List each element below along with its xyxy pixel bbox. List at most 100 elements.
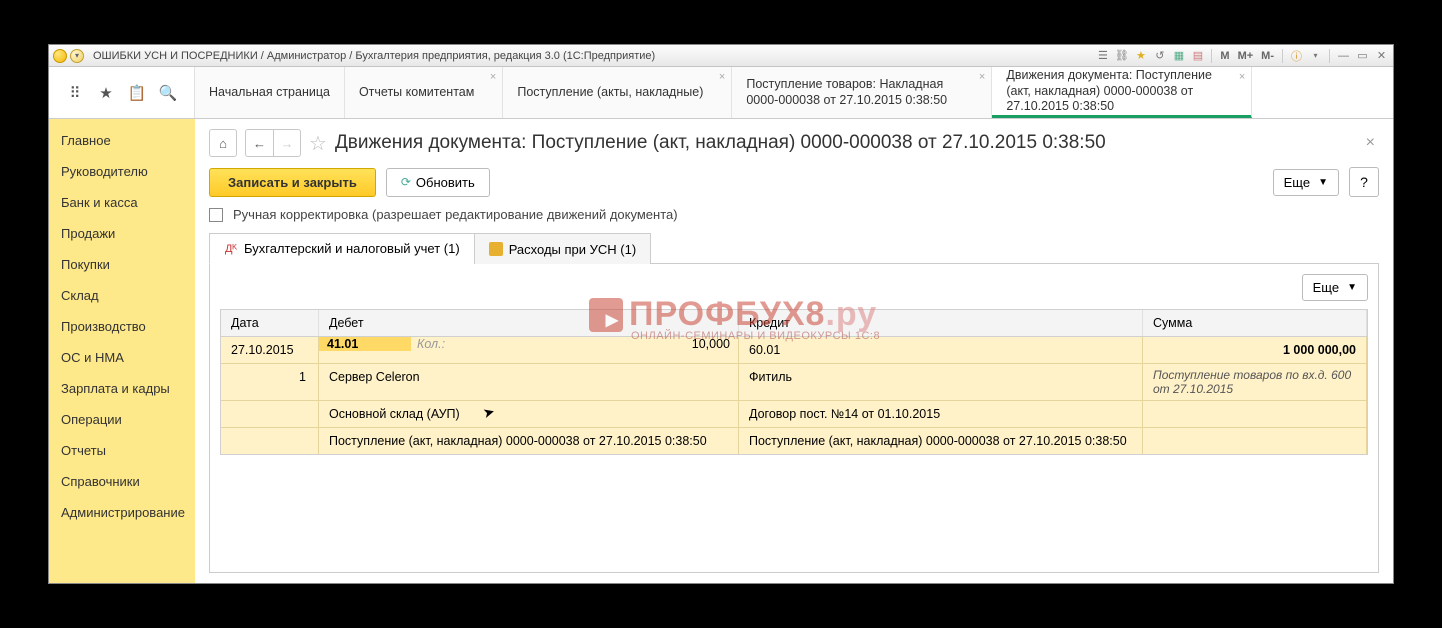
more-dropdown-button[interactable]: Еще ▼ — [1273, 169, 1339, 196]
sidebar-item-bank[interactable]: Банк и касса — [49, 187, 195, 218]
tab-home[interactable]: Начальная страница — [195, 67, 345, 118]
sidebar-item-hr[interactable]: Зарплата и кадры — [49, 373, 195, 404]
tab-close-icon[interactable]: × — [719, 71, 725, 85]
sidebar-item-sales[interactable]: Продажи — [49, 218, 195, 249]
col-debit[interactable]: Дебет — [319, 310, 739, 336]
table-row[interactable]: Поступление (акт, накладная) 0000-000038… — [221, 428, 1367, 454]
tabstrip: Начальная страница Отчеты комитентам × По… — [195, 67, 1393, 118]
memory-mplus-button[interactable]: М+ — [1236, 50, 1256, 62]
panel-more-label: Еще — [1313, 280, 1339, 295]
close-doc-button[interactable]: × — [1362, 134, 1379, 152]
sidebar-item-warehouse[interactable]: Склад — [49, 280, 195, 311]
subtab-usn[interactable]: Расходы при УСН (1) — [474, 233, 652, 264]
cell-credit-party: Фитиль — [739, 364, 1143, 400]
forward-button[interactable]: → — [273, 129, 301, 157]
cell-sum-note: Поступление товаров по вх.д. 600 от 27.1… — [1143, 364, 1367, 400]
cell-credit-account: 60.01 — [739, 337, 1143, 363]
tab-label: Начальная страница — [209, 85, 330, 101]
cell-sum: 1 000 000,00 — [1143, 337, 1367, 363]
tab-receipts[interactable]: Поступление (акты, накладные) × — [503, 67, 732, 118]
cell-qty: 10,000 — [481, 337, 738, 351]
subtab-label: Бухгалтерский и налоговый учет (1) — [244, 241, 460, 256]
tab-close-icon[interactable]: × — [1239, 71, 1245, 85]
chevron-down-icon: ▼ — [1318, 177, 1328, 188]
tab-movements[interactable]: Движения документа: Поступление (акт, на… — [992, 67, 1252, 118]
memory-m-button[interactable]: М — [1218, 50, 1231, 62]
main-area: ⌂ ← → ☆ Движения документа: Поступление … — [195, 119, 1393, 583]
app-logo-icon — [53, 49, 67, 63]
tab-label: Отчеты комитентам — [359, 85, 474, 101]
sidebar-item-purchases[interactable]: Покупки — [49, 249, 195, 280]
titlebar: ▾ ОШИБКИ УСН И ПОСРЕДНИКИ / Администрато… — [49, 45, 1393, 67]
sidebar-item-admin[interactable]: Администрирование — [49, 497, 195, 528]
titlebar-icon-2[interactable]: ⛓ — [1114, 48, 1129, 63]
more-label: Еще — [1284, 175, 1310, 190]
window-minimize-button[interactable]: — — [1336, 48, 1351, 63]
subtab-accounting[interactable]: Дᴷ Бухгалтерский и налоговый учет (1) — [209, 233, 475, 264]
page-title: Движения документа: Поступление (акт, на… — [335, 132, 1354, 154]
favorites-icon[interactable]: ★ — [95, 82, 117, 104]
sidebar-item-manager[interactable]: Руководителю — [49, 156, 195, 187]
tab-label: Поступление товаров: Накладная 0000-0000… — [746, 77, 963, 108]
window-close-button[interactable]: ✕ — [1374, 48, 1389, 63]
tab-close-icon[interactable]: × — [979, 71, 985, 85]
history-icon[interactable]: ↺ — [1152, 48, 1167, 63]
chevron-down-icon: ▼ — [1347, 282, 1357, 293]
sidebar-item-operations[interactable]: Операции — [49, 404, 195, 435]
back-button[interactable]: ← — [245, 129, 273, 157]
calendar-icon[interactable]: ▤ — [1190, 48, 1205, 63]
table-row[interactable]: 27.10.2015 41.01 Кол.: 10,000 60.01 1 00… — [221, 337, 1367, 364]
manual-edit-checkbox[interactable] — [209, 208, 223, 222]
cell-empty — [1143, 401, 1367, 427]
tab-invoice[interactable]: Поступление товаров: Накладная 0000-0000… — [732, 67, 992, 118]
refresh-label: Обновить — [416, 175, 475, 190]
window-restore-button[interactable]: ▭ — [1355, 48, 1370, 63]
tab-label: Движения документа: Поступление (акт, на… — [1006, 68, 1223, 115]
subtabs: Дᴷ Бухгалтерский и налоговый учет (1) Ра… — [209, 232, 1379, 264]
col-sum[interactable]: Сумма — [1143, 310, 1367, 336]
home-button[interactable]: ⌂ — [209, 129, 237, 157]
titlebar-icon-1[interactable]: ☰ — [1095, 48, 1110, 63]
info-icon[interactable]: ⓘ — [1289, 48, 1304, 63]
favorite-doc-icon[interactable]: ☆ — [309, 131, 327, 156]
cell-date: 27.10.2015 — [221, 337, 319, 363]
tab-close-icon[interactable]: × — [490, 71, 496, 85]
favorite-icon[interactable]: ★ — [1133, 48, 1148, 63]
cell-debit-account[interactable]: 41.01 — [319, 337, 411, 351]
sidebar-item-assets[interactable]: ОС и НМА — [49, 342, 195, 373]
cell-debit-item: Сервер Celeron — [319, 364, 739, 400]
cell-debit-doc: Поступление (акт, накладная) 0000-000038… — [319, 428, 739, 454]
table-row[interactable]: 1 Сервер Celeron Фитиль Поступление това… — [221, 364, 1367, 401]
panel-more-dropdown-button[interactable]: Еще ▼ — [1302, 274, 1368, 301]
info-dropdown-icon[interactable]: ▾ — [1308, 48, 1323, 63]
search-icon[interactable]: 🔍 — [157, 82, 179, 104]
tab-reports[interactable]: Отчеты комитентам × — [345, 67, 503, 118]
tab-label: Поступление (акты, накладные) — [517, 85, 703, 101]
sidebar-item-catalogs[interactable]: Справочники — [49, 466, 195, 497]
sidebar-item-reports[interactable]: Отчеты — [49, 435, 195, 466]
accounting-icon: Дᴷ — [224, 242, 238, 256]
cell-credit-doc: Поступление (акт, накладная) 0000-000038… — [739, 428, 1143, 454]
sidebar-item-main[interactable]: Главное — [49, 125, 195, 156]
usn-icon — [489, 242, 503, 256]
refresh-button[interactable]: ⟳ Обновить — [386, 168, 490, 197]
table-row[interactable]: Основной склад (АУП) Договор пост. №14 о… — [221, 401, 1367, 428]
col-credit[interactable]: Кредит — [739, 310, 1143, 336]
memory-mminus-button[interactable]: М- — [1259, 50, 1276, 62]
entries-grid: Дата Дебет Кредит Сумма 27.10.2015 41.01… — [220, 309, 1368, 455]
manual-edit-label: Ручная корректировка (разрешает редактир… — [233, 207, 678, 222]
help-button[interactable]: ? — [1349, 167, 1379, 197]
grid-header: Дата Дебет Кредит Сумма — [221, 310, 1367, 337]
cell-row-num: 1 — [221, 364, 319, 400]
cell-credit-contract: Договор пост. №14 от 01.10.2015 — [739, 401, 1143, 427]
panel: Еще ▼ Дата Дебет Кредит Сумма 27.10.2015 — [209, 264, 1379, 573]
col-date[interactable]: Дата — [221, 310, 319, 336]
calculator-icon[interactable]: ▦ — [1171, 48, 1186, 63]
titlebar-dropdown-icon[interactable]: ▾ — [70, 49, 84, 63]
save-close-button[interactable]: Записать и закрыть — [209, 168, 376, 197]
cell-debit-store: Основной склад (АУП) — [319, 401, 739, 427]
quickbar: ⠿ ★ 📋 🔍 — [49, 67, 195, 118]
apps-grid-icon[interactable]: ⠿ — [64, 82, 86, 104]
clipboard-icon[interactable]: 📋 — [126, 82, 148, 104]
sidebar-item-production[interactable]: Производство — [49, 311, 195, 342]
